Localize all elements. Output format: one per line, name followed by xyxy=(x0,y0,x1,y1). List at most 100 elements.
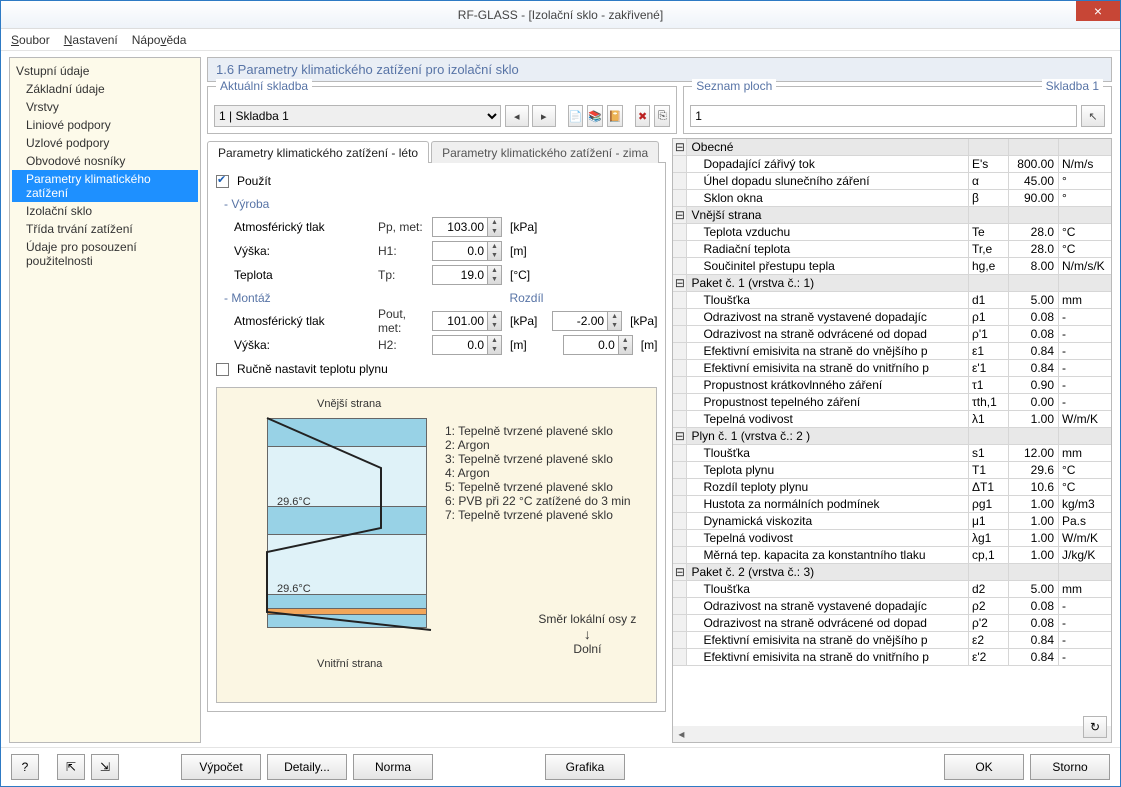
new-icon[interactable]: 📄 xyxy=(568,105,584,127)
spin-rozdil-atm[interactable]: ▲▼ xyxy=(552,311,622,331)
collapse-icon[interactable]: ⊟ xyxy=(673,207,687,223)
tree-item[interactable]: Liniové podpory xyxy=(12,116,198,134)
prop-value[interactable]: 800.00 xyxy=(1009,156,1059,172)
collapse-icon[interactable]: ⊟ xyxy=(673,564,687,580)
prop-row[interactable]: Tloušťkad25.00mm xyxy=(673,581,1111,598)
prop-value[interactable]: 5.00 xyxy=(1009,581,1059,597)
prop-value[interactable]: 0.84 xyxy=(1009,360,1059,376)
combo-skladba[interactable]: 1 | Skladba 1 xyxy=(214,105,501,127)
prop-row[interactable]: Úhel dopadu slunečního zářeníα45.00° xyxy=(673,173,1111,190)
prop-value[interactable]: 0.08 xyxy=(1009,615,1059,631)
tab-zima[interactable]: Parametry klimatického zatížení - zima xyxy=(431,141,659,163)
spin-teplota[interactable]: ▲▼ xyxy=(432,265,502,285)
tree-item[interactable]: Parametry klimatického zatížení xyxy=(12,170,198,202)
spin-rozdil-vyska[interactable]: ▲▼ xyxy=(563,335,633,355)
prop-value[interactable]: 10.6 xyxy=(1009,479,1059,495)
menu-nastaveni[interactable]: Nastavení xyxy=(64,33,118,47)
prop-row[interactable]: Tepelná vodivostλ11.00W/m/K xyxy=(673,411,1111,428)
prop-value[interactable]: 90.00 xyxy=(1009,190,1059,206)
collapse-icon[interactable]: ⊟ xyxy=(673,139,687,155)
prop-value[interactable]: 1.00 xyxy=(1009,530,1059,546)
prop-row[interactable]: Dynamická viskozitaμ11.00Pa.s xyxy=(673,513,1111,530)
prop-row[interactable]: Efektivní emisivita na straně do vnějšíh… xyxy=(673,343,1111,360)
prop-row[interactable]: Hustota za normálních podmínekρg11.00kg/… xyxy=(673,496,1111,513)
prop-value[interactable]: 45.00 xyxy=(1009,173,1059,189)
spin-atm2[interactable]: ▲▼ xyxy=(432,311,502,331)
seznam-input[interactable] xyxy=(690,105,1077,127)
prop-row[interactable]: Efektivní emisivita na straně do vnitřní… xyxy=(673,360,1111,377)
next-button[interactable]: ▸ xyxy=(532,105,556,127)
refresh-icon[interactable]: ↻ xyxy=(1083,716,1107,738)
help-button[interactable]: ? xyxy=(11,754,39,780)
prop-row[interactable]: Tepelná vodivostλg11.00W/m/K xyxy=(673,530,1111,547)
nav-tree[interactable]: Vstupní údaje Základní údajeVrstvyLiniov… xyxy=(9,57,201,743)
btn-grafika[interactable]: Grafika xyxy=(545,754,625,780)
prop-row[interactable]: Odrazivost na straně odvrácené od dopadρ… xyxy=(673,326,1111,343)
prop-row[interactable]: Rozdíl teploty plynuΔT110.6°C xyxy=(673,479,1111,496)
close-button[interactable]: × xyxy=(1076,1,1120,21)
tree-item[interactable]: Základní údaje xyxy=(12,80,198,98)
prop-row[interactable]: Dopadající zářivý tokE's800.00N/m/s xyxy=(673,156,1111,173)
prop-value[interactable]: 0.90 xyxy=(1009,377,1059,393)
prop-value[interactable]: 1.00 xyxy=(1009,496,1059,512)
prop-value[interactable]: 28.0 xyxy=(1009,241,1059,257)
prop-value[interactable]: 1.00 xyxy=(1009,547,1059,563)
prop-row[interactable]: Měrná tep. kapacita za konstantního tlak… xyxy=(673,547,1111,564)
prop-value[interactable]: 0.08 xyxy=(1009,598,1059,614)
prop-value[interactable]: 12.00 xyxy=(1009,445,1059,461)
prop-row[interactable]: Efektivní emisivita na straně do vnitřní… xyxy=(673,649,1111,666)
prop-row[interactable]: Tloušťkas112.00mm xyxy=(673,445,1111,462)
prop-row[interactable]: Sklon oknaβ90.00° xyxy=(673,190,1111,207)
tree-item[interactable]: Obvodové nosníky xyxy=(12,152,198,170)
spin-vyska[interactable]: ▲▼ xyxy=(432,241,502,261)
lib-icon[interactable]: 📔 xyxy=(607,105,623,127)
btn-vypocet[interactable]: Výpočet xyxy=(181,754,261,780)
hscroll[interactable]: ◂▸ xyxy=(673,726,1111,742)
prop-row[interactable]: Efektivní emisivita na straně do vnějšíh… xyxy=(673,632,1111,649)
prop-value[interactable]: 1.00 xyxy=(1009,513,1059,529)
tab-leto[interactable]: Parametry klimatického zatížení - léto xyxy=(207,141,429,163)
btn-ok[interactable]: OK xyxy=(944,754,1024,780)
prev-button[interactable]: ◂ xyxy=(505,105,529,127)
pick-icon[interactable]: ↖ xyxy=(1081,105,1105,127)
prop-value[interactable]: 0.84 xyxy=(1009,649,1059,665)
prop-row[interactable]: Propustnost krátkovlnného zářeníτ10.90- xyxy=(673,377,1111,394)
prop-value[interactable]: 28.0 xyxy=(1009,224,1059,240)
prop-value[interactable]: 0.08 xyxy=(1009,326,1059,342)
property-grid[interactable]: ⊟ObecnéDopadající zářivý tokE's800.00N/m… xyxy=(673,139,1111,726)
collapse-icon[interactable]: ⊟ xyxy=(673,275,687,291)
spin-atm[interactable]: ▲▼ xyxy=(432,217,502,237)
prop-value[interactable]: 0.08 xyxy=(1009,309,1059,325)
btn-storno[interactable]: Storno xyxy=(1030,754,1110,780)
prop-value[interactable]: 0.84 xyxy=(1009,343,1059,359)
prop-value[interactable]: 1.00 xyxy=(1009,411,1059,427)
checkbox-rucne[interactable] xyxy=(216,363,229,376)
copy-icon[interactable]: ⎘ xyxy=(654,105,670,127)
prop-row[interactable]: Propustnost tepelného zářeníτth,10.00- xyxy=(673,394,1111,411)
collapse-icon[interactable]: ⊟ xyxy=(673,428,687,444)
btn-detaily[interactable]: Detaily... xyxy=(267,754,347,780)
tree-item[interactable]: Třída trvání zatížení xyxy=(12,220,198,238)
prop-row[interactable]: Odrazivost na straně vystavené dopadajíc… xyxy=(673,598,1111,615)
delete-icon[interactable]: ✖ xyxy=(635,105,651,127)
import-button[interactable]: ⇱ xyxy=(57,754,85,780)
menu-napoveda[interactable]: Nápověda xyxy=(132,33,187,47)
tree-item[interactable]: Údaje pro posouzení použitelnosti xyxy=(12,238,198,270)
prop-row[interactable]: Odrazivost na straně vystavené dopadajíc… xyxy=(673,309,1111,326)
tree-item[interactable]: Izolační sklo xyxy=(12,202,198,220)
checkbox-pouzit[interactable] xyxy=(216,175,229,188)
spin-vyska2[interactable]: ▲▼ xyxy=(432,335,502,355)
prop-row[interactable]: Součinitel přestupu teplahg,e8.00N/m/s/K xyxy=(673,258,1111,275)
prop-row[interactable]: Teplota vzduchuTe28.0°C xyxy=(673,224,1111,241)
tree-item[interactable]: Vrstvy xyxy=(12,98,198,116)
book-icon[interactable]: 📚 xyxy=(587,105,603,127)
prop-value[interactable]: 0.00 xyxy=(1009,394,1059,410)
prop-row[interactable]: Odrazivost na straně odvrácené od dopadρ… xyxy=(673,615,1111,632)
prop-row[interactable]: Radiační teplotaTr,e28.0°C xyxy=(673,241,1111,258)
export-button[interactable]: ⇲ xyxy=(91,754,119,780)
prop-value[interactable]: 29.6 xyxy=(1009,462,1059,478)
btn-norma[interactable]: Norma xyxy=(353,754,433,780)
prop-row[interactable]: Teplota plynuT129.6°C xyxy=(673,462,1111,479)
prop-value[interactable]: 5.00 xyxy=(1009,292,1059,308)
prop-value[interactable]: 0.84 xyxy=(1009,632,1059,648)
